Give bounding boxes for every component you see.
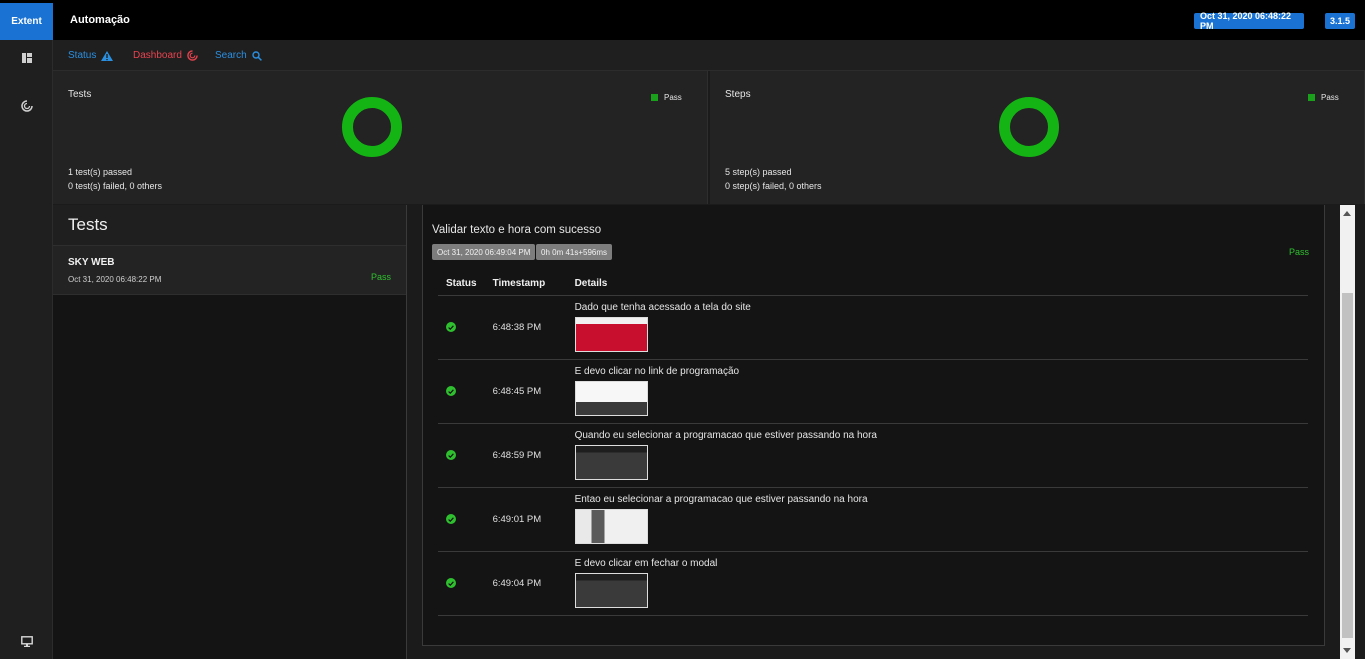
step-details-cell: Quando eu selecionar a programacao que e… <box>566 423 1308 488</box>
test-detail-status: Pass <box>1288 247 1309 257</box>
pass-check-icon <box>446 578 456 588</box>
column-header-status: Status <box>438 272 485 296</box>
steps-table: Status Timestamp Details 6:48:38 PM Dado … <box>438 272 1308 616</box>
spiral-chart-icon <box>20 100 33 112</box>
tests-legend-label: Pass <box>664 93 682 102</box>
step-status-cell <box>438 423 485 488</box>
step-description: E devo clicar no link de programação <box>574 366 740 377</box>
pass-check-icon <box>446 450 456 460</box>
step-description: E devo clicar em fechar o modal <box>574 558 718 569</box>
test-detail-panel: Validar texto e hora com sucesso Oct 31,… <box>408 205 1340 659</box>
tests-passed-text: 1 test(s) passed <box>68 167 133 177</box>
legend-pass-swatch <box>651 94 658 101</box>
start-time-chip: Oct 31, 2020 06:49:04 PM <box>432 244 536 260</box>
step-screenshot-thumbnail[interactable] <box>574 317 648 352</box>
sidebar <box>0 40 53 659</box>
step-row: 6:49:04 PM E devo clicar em fechar o moda… <box>438 551 1308 616</box>
nav-dashboard-label: Dashboard <box>133 50 182 61</box>
top-bar: Extent Automação Oct 31, 2020 06:48:22 P… <box>0 0 1365 40</box>
sidebar-environment-item[interactable] <box>0 636 53 647</box>
test-list-heading: Tests <box>53 205 406 246</box>
tests-legend: Pass <box>651 93 682 102</box>
step-timestamp: 6:48:45 PM <box>484 359 567 424</box>
step-details-cell: Dado que tenha acessado a tela do site <box>566 295 1308 360</box>
scroll-down-arrow-icon[interactable] <box>1343 648 1351 653</box>
steps-summary-card: Steps Pass 5 step(s) passed 0 step(s) fa… <box>710 71 1365 204</box>
steps-legend-label: Pass <box>1321 93 1339 102</box>
step-details-cell: E devo clicar em fechar o modal <box>566 551 1308 616</box>
nav-dashboard-link[interactable]: Dashboard <box>133 50 198 61</box>
column-header-details: Details <box>566 272 1308 296</box>
pass-check-icon <box>446 322 456 332</box>
search-icon <box>251 50 262 61</box>
step-details-cell: E devo clicar no link de programação <box>566 359 1308 424</box>
steps-legend: Pass <box>1308 93 1339 102</box>
step-screenshot-thumbnail[interactable] <box>574 381 648 416</box>
step-details-cell: Entao eu selecionar a programacao que es… <box>566 487 1308 552</box>
report-title: Automação <box>70 14 130 26</box>
step-row: 6:48:38 PM Dado que tenha acessado a tela… <box>438 295 1308 360</box>
tests-card-title: Tests <box>68 89 92 100</box>
step-description: Dado que tenha acessado a tela do site <box>574 302 751 313</box>
detail-scrollbar[interactable] <box>1340 205 1355 659</box>
test-date: Oct 31, 2020 06:48:22 PM <box>68 275 162 284</box>
scroll-up-arrow-icon[interactable] <box>1343 211 1351 216</box>
step-screenshot-thumbnail[interactable] <box>574 573 648 608</box>
scrollbar-thumb[interactable] <box>1342 293 1353 638</box>
dashboard-spiral-icon <box>187 50 198 61</box>
sidebar-dashboard-item[interactable] <box>0 53 53 63</box>
step-screenshot-thumbnail[interactable] <box>574 509 648 544</box>
test-detail-content: Validar texto e hora com sucesso Oct 31,… <box>422 205 1325 646</box>
brand-logo[interactable]: Extent <box>0 3 53 40</box>
warning-triangle-icon <box>101 50 114 61</box>
step-status-cell <box>438 551 485 616</box>
legend-pass-swatch <box>1308 94 1315 101</box>
step-row: 6:48:59 PM Quando eu selecionar a program… <box>438 423 1308 488</box>
pass-check-icon <box>446 386 456 396</box>
step-timestamp: 6:48:59 PM <box>484 423 567 488</box>
steps-table-header: Status Timestamp Details <box>438 272 1308 296</box>
sidebar-charts-item[interactable] <box>0 100 53 112</box>
step-row: 6:49:01 PM Entao eu selecionar a programa… <box>438 487 1308 552</box>
nav-search-link[interactable]: Search <box>215 50 262 61</box>
step-status-cell <box>438 295 485 360</box>
steps-failed-text: 0 step(s) failed, 0 others <box>725 181 822 191</box>
test-list-item[interactable]: SKY WEB Oct 31, 2020 06:48:22 PM Pass <box>53 246 406 295</box>
step-timestamp: 6:48:38 PM <box>484 295 567 360</box>
steps-donut-chart <box>999 97 1059 157</box>
nav-status-link[interactable]: Status <box>68 50 114 61</box>
step-row: 6:48:45 PM E devo clicar no link de progr… <box>438 359 1308 424</box>
steps-passed-text: 5 step(s) passed <box>725 167 792 177</box>
column-header-timestamp: Timestamp <box>484 272 567 296</box>
pass-check-icon <box>446 514 456 524</box>
version-badge: 3.1.5 <box>1325 13 1355 29</box>
test-list-panel: Tests SKY WEB Oct 31, 2020 06:48:22 PM P… <box>53 205 407 659</box>
step-description: Quando eu selecionar a programacao que e… <box>574 430 877 441</box>
step-timestamp: 6:49:04 PM <box>484 551 567 616</box>
grid-view-icon <box>21 53 32 63</box>
step-status-cell <box>438 359 485 424</box>
step-status-cell <box>438 487 485 552</box>
step-timestamp: 6:49:01 PM <box>484 487 567 552</box>
sub-navigation: Status Dashboard Search <box>53 40 1365 71</box>
tests-failed-text: 0 test(s) failed, 0 others <box>68 181 163 191</box>
tests-summary-card: Tests Pass 1 test(s) passed 0 test(s) fa… <box>53 71 708 204</box>
duration-chip: 0h 0m 41s+596ms <box>536 244 613 260</box>
nav-status-label: Status <box>68 50 97 61</box>
step-screenshot-thumbnail[interactable] <box>574 445 648 480</box>
test-name: SKY WEB <box>68 257 115 268</box>
test-detail-title: Validar texto e hora com sucesso <box>432 224 602 236</box>
step-description: Entao eu selecionar a programacao que es… <box>574 494 868 505</box>
steps-card-title: Steps <box>725 89 751 100</box>
monitor-icon <box>20 636 33 647</box>
test-status-label: Pass <box>370 272 391 282</box>
nav-search-label: Search <box>215 50 247 61</box>
tests-donut-chart <box>342 97 402 157</box>
report-date-badge: Oct 31, 2020 06:48:22 PM <box>1194 11 1304 31</box>
